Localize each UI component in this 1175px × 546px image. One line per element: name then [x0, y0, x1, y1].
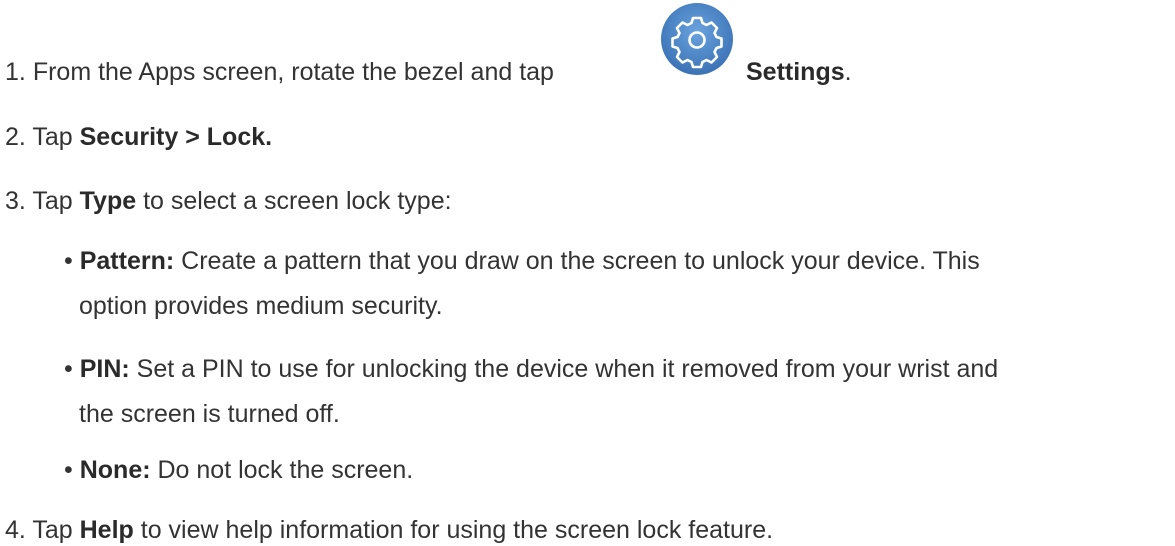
step-2: 2. Tap Security > Lock.: [5, 122, 272, 152]
step-4: 4. Tap Help to view help information for…: [5, 515, 773, 545]
step-text: From the Apps screen, rotate the bezel a…: [32, 58, 554, 86]
step-text-end: to view help information for using the s…: [140, 516, 774, 544]
type-label: Type: [79, 187, 137, 215]
bullet-pin: • PIN: Set a PIN to use for unlocking th…: [64, 354, 998, 384]
step-3: 3. Tap Type to select a screen lock type…: [5, 186, 452, 216]
step-text: Tap: [32, 123, 73, 151]
step-number: 3.: [5, 187, 26, 215]
bullet-pattern-cont: option provides medium security.: [79, 291, 443, 321]
step-number: 1.: [5, 58, 26, 86]
bullet-pin-cont: the screen is turned off.: [79, 399, 340, 429]
bullet-text: Set a PIN to use for unlocking the devic…: [136, 355, 999, 383]
bullet-text: the screen is turned off.: [79, 400, 340, 428]
step-text-end: to select a screen lock type:: [143, 187, 452, 215]
bullet-marker: •: [64, 247, 73, 275]
help-label: Help: [79, 516, 134, 544]
settings-gear-icon: [658, 0, 736, 78]
step-text: Tap: [32, 516, 73, 544]
bullet-title: None:: [79, 456, 151, 484]
bullet-text: Create a pattern that you draw on the sc…: [181, 247, 980, 275]
bullet-marker: •: [64, 355, 73, 383]
step-number: 2.: [5, 123, 26, 151]
step-text: Tap: [32, 187, 73, 215]
step-1: 1. From the Apps screen, rotate the beze…: [5, 57, 554, 87]
bullet-title: Pattern:: [79, 247, 175, 275]
step-number: 4.: [5, 516, 26, 544]
menu-path: Security > Lock.: [79, 123, 273, 151]
bullet-none: • None: Do not lock the screen.: [64, 455, 413, 485]
settings-label[interactable]: Settings: [746, 58, 845, 86]
bullet-text: Do not lock the screen.: [157, 456, 414, 484]
step-1-end: Settings.: [746, 57, 852, 87]
step-text-end: .: [844, 58, 852, 86]
bullet-pattern: • Pattern: Create a pattern that you dra…: [64, 246, 980, 276]
bullet-title: PIN:: [79, 355, 130, 383]
bullet-marker: •: [64, 456, 73, 484]
bullet-text: option provides medium security.: [79, 292, 443, 320]
